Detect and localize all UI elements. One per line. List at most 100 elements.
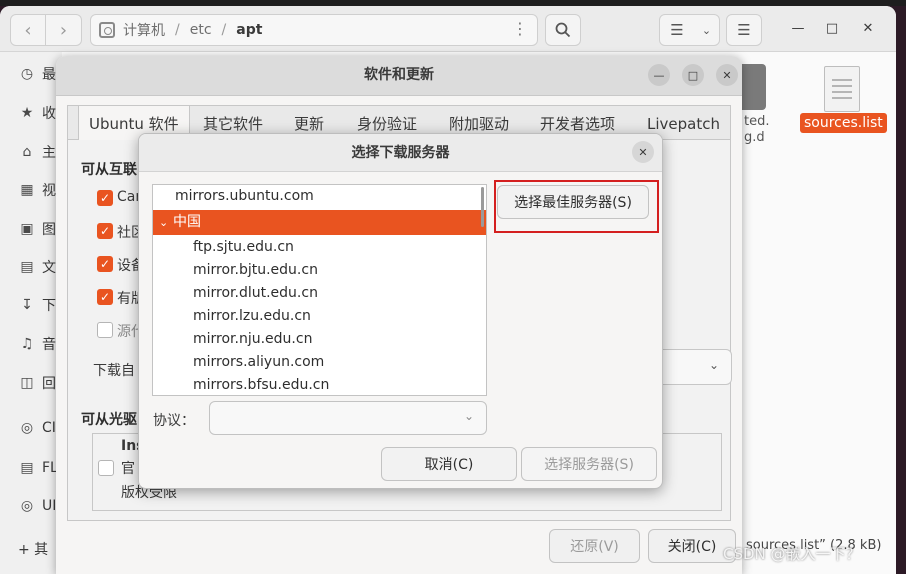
- list-view-icon: ☰: [670, 21, 684, 39]
- sidebar-item-label: UI: [42, 498, 57, 514]
- back-button[interactable]: ‹: [10, 14, 46, 46]
- cancel-button[interactable]: 取消(C): [381, 447, 517, 481]
- file-name-partial[interactable]: ted. g.d: [744, 114, 769, 146]
- sidebar-item-label: 下: [42, 298, 56, 314]
- list-item-root-server[interactable]: mirrors.ubuntu.com: [153, 185, 486, 208]
- star-icon: ★: [20, 105, 34, 121]
- sidebar-item-trash[interactable]: ◫ 回: [18, 371, 56, 395]
- sidebar-item-other-locations[interactable]: + 其: [18, 537, 48, 561]
- chevron-down-icon: ⌄: [701, 23, 712, 37]
- list-item[interactable]: mirror.bjtu.edu.cn: [153, 259, 486, 282]
- sidebar-item-starred[interactable]: ★ 收: [18, 101, 56, 125]
- maximize-button[interactable]: □: [820, 16, 844, 40]
- sidebar-item-label: + 其: [18, 542, 49, 558]
- section-title-cdrom: 可从光驱: [81, 412, 137, 428]
- download-from-label: 下载自: [93, 363, 135, 379]
- sidebar-item-label: 图: [42, 222, 56, 238]
- protocol-select[interactable]: ⌄: [209, 401, 487, 435]
- folder-icon[interactable]: [738, 64, 766, 110]
- path-separator: /: [221, 22, 227, 38]
- picture-icon: ▣: [20, 221, 34, 237]
- sidebar-item-recent[interactable]: ◷ 最: [18, 62, 56, 86]
- forward-button[interactable]: ›: [46, 14, 82, 46]
- path-segment-current[interactable]: apt: [236, 22, 262, 38]
- sidebar-item-pictures[interactable]: ▣ 图: [18, 217, 56, 241]
- dialog-close-button[interactable]: ✕: [632, 141, 654, 163]
- music-icon: ♫: [20, 336, 34, 352]
- sidebar: ◷ 最 ★ 收 ⌂ 主 ▦ 视 ▣ 图 ▤ 文 ↧ 下 ♫ 音 ◫ 回 ◎ CI ▤ FL ◎ UI +…: [0, 52, 62, 574]
- close-button[interactable]: ✕: [716, 64, 738, 86]
- sidebar-item-downloads[interactable]: ↧ 下: [18, 293, 56, 317]
- cdrom-line: 官: [121, 461, 135, 477]
- minimize-button[interactable]: —: [786, 16, 810, 40]
- minimize-button[interactable]: —: [648, 64, 670, 86]
- document-icon: ▤: [20, 259, 34, 275]
- list-view-button[interactable]: ☰: [659, 14, 695, 46]
- choose-server-dialog: 选择下载服务器 ✕ mirrors.ubuntu.com ⌄ 中国 ftp.sjt…: [138, 133, 663, 489]
- list-item[interactable]: ftp.sjtu.edu.cn: [153, 236, 486, 259]
- search-button[interactable]: [545, 14, 581, 46]
- sidebar-item-documents[interactable]: ▤ 文: [18, 255, 56, 279]
- window-title: 软件和更新: [364, 67, 434, 83]
- chevron-left-icon: ‹: [24, 19, 32, 41]
- close-icon: ✕: [638, 145, 648, 159]
- sidebar-item-label: 主: [42, 145, 56, 161]
- maximize-button[interactable]: □: [682, 64, 704, 86]
- path-segment-etc[interactable]: etc: [190, 22, 212, 38]
- trash-icon: ◫: [20, 375, 34, 391]
- choose-server-button[interactable]: 选择服务器(S): [521, 447, 657, 481]
- selected-file-label[interactable]: sources.list: [800, 113, 887, 133]
- path-root[interactable]: 计算机: [123, 20, 165, 40]
- minimize-icon: —: [653, 68, 665, 82]
- text-file-icon[interactable]: [824, 66, 860, 112]
- drive-icon: ▤: [20, 460, 34, 476]
- path-bar[interactable]: 计算机 / etc / apt ⋮: [90, 14, 538, 46]
- scrollbar[interactable]: [481, 187, 484, 227]
- hamburger-icon: ☰: [737, 21, 751, 39]
- more-options-icon[interactable]: ⋮: [512, 19, 529, 38]
- checkbox-canonical[interactable]: ✓: [97, 190, 113, 206]
- select-best-server-button[interactable]: 选择最佳服务器(S): [497, 185, 649, 219]
- maximize-icon: □: [687, 68, 699, 82]
- list-item[interactable]: mirror.dlut.edu.cn: [153, 282, 486, 305]
- list-item[interactable]: mirror.lzu.edu.cn: [153, 305, 486, 328]
- sidebar-item-drive-fl[interactable]: ▤ FL: [18, 456, 57, 480]
- home-icon: ⌂: [22, 144, 32, 160]
- path-separator: /: [175, 22, 180, 38]
- protocol-label: 协议：: [153, 413, 195, 429]
- server-list[interactable]: mirrors.ubuntu.com ⌄ 中国 ftp.sjtu.edu.cn m…: [152, 184, 487, 396]
- list-item[interactable]: mirror.nju.edu.cn: [153, 328, 486, 351]
- chevron-down-icon: ⌄: [159, 216, 169, 229]
- sidebar-item-home[interactable]: ⌂ 主: [18, 140, 56, 164]
- sidebar-item-label: 收: [42, 106, 56, 122]
- list-item[interactable]: mirrors.bfsu.edu.cn: [153, 374, 486, 395]
- list-item-country-selected[interactable]: ⌄ 中国: [153, 210, 486, 235]
- disk-icon: [99, 22, 115, 38]
- section-title-internet: 可从互联: [81, 162, 137, 178]
- close-button[interactable]: ✕: [856, 16, 880, 40]
- checkbox-cdrom[interactable]: [98, 460, 114, 476]
- chevron-right-icon: ›: [59, 19, 68, 41]
- sidebar-item-videos[interactable]: ▦ 视: [18, 178, 56, 202]
- checkbox-source-code[interactable]: [97, 322, 113, 338]
- chevron-down-icon: ⌄: [463, 409, 474, 423]
- file-manager-header: ‹ › 计算机 / etc / apt ⋮ ☰ ⌄ ☰ — □ ✕: [0, 6, 896, 52]
- checkbox-restricted[interactable]: ✓: [97, 289, 113, 305]
- list-item[interactable]: mirrors.aliyun.com: [153, 351, 486, 374]
- clock-icon: ◷: [20, 66, 34, 82]
- disc-icon: ◎: [20, 420, 34, 436]
- disc-icon: ◎: [20, 498, 34, 514]
- sidebar-item-music[interactable]: ♫ 音: [18, 332, 56, 356]
- view-options-button[interactable]: ⌄: [694, 14, 720, 46]
- checkbox-community[interactable]: ✓: [97, 223, 113, 239]
- country-label: 中国: [173, 214, 201, 230]
- sidebar-item-drive-ci[interactable]: ◎ CI: [18, 416, 56, 440]
- sidebar-item-drive-ui[interactable]: ◎ UI: [18, 494, 57, 518]
- revert-button[interactable]: 还原(V): [549, 529, 640, 563]
- checkbox-drivers[interactable]: ✓: [97, 256, 113, 272]
- menu-button[interactable]: ☰: [726, 14, 762, 46]
- dialog-title: 选择下载服务器: [351, 145, 450, 161]
- close-icon: ✕: [862, 20, 874, 36]
- search-icon: [555, 22, 571, 38]
- maximize-icon: □: [825, 20, 839, 36]
